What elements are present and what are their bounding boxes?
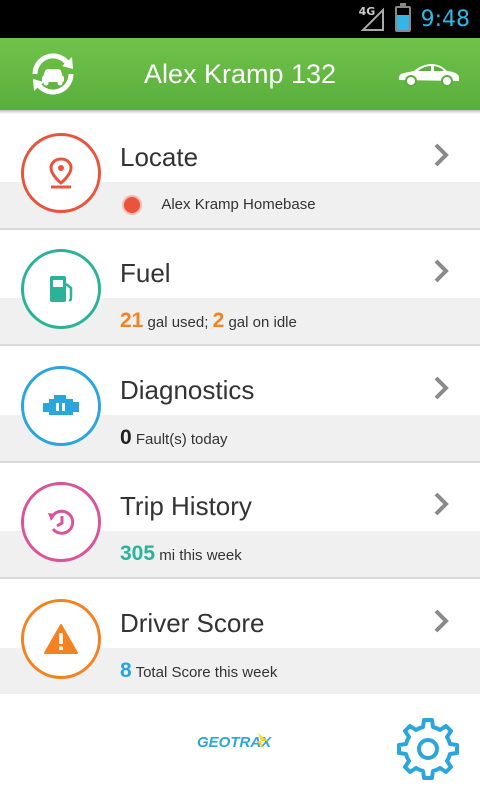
signal-icon: 4G bbox=[358, 5, 385, 32]
card-title: Locate bbox=[120, 142, 199, 172]
clock: 9:48 bbox=[420, 6, 470, 32]
chevron-right-icon bbox=[434, 376, 449, 400]
miles-label: mi this week bbox=[159, 547, 242, 564]
card-locate[interactable]: Locate Alex Kramp Homebase bbox=[0, 116, 480, 230]
gal-idle-label: gal on idle bbox=[228, 314, 297, 331]
location-pin-icon bbox=[49, 157, 73, 189]
fuel-pump-icon bbox=[50, 276, 73, 302]
car-icon bbox=[396, 60, 462, 88]
card-title: Driver Score bbox=[120, 608, 265, 638]
warning-icon bbox=[44, 624, 78, 654]
chevron-right-icon bbox=[434, 492, 449, 516]
faults-value: 0 bbox=[120, 426, 132, 449]
card-detail: 0 Fault(s) today bbox=[120, 415, 228, 461]
chevron-right-icon bbox=[434, 259, 449, 283]
card-title: Fuel bbox=[120, 258, 171, 288]
location-status-dot bbox=[124, 197, 140, 214]
card-title: Diagnostics bbox=[120, 375, 255, 405]
driver-score-icon-ring bbox=[21, 599, 101, 679]
location-name: Alex Kramp Homebase bbox=[161, 196, 316, 213]
card-diagnostics[interactable]: Diagnostics 0 Fault(s) today bbox=[0, 349, 480, 463]
chevron-right-icon bbox=[434, 143, 449, 167]
app-header: Alex Kramp 132 bbox=[0, 38, 480, 114]
locate-icon-ring bbox=[21, 133, 101, 213]
faults-label: Fault(s) today bbox=[135, 431, 228, 448]
engine-icon bbox=[43, 395, 79, 415]
diagnostics-icon-ring bbox=[21, 366, 101, 446]
gal-idle-value: 2 bbox=[212, 309, 225, 332]
card-detail: Alex Kramp Homebase bbox=[120, 182, 316, 228]
score-label: Total Score this week bbox=[135, 664, 278, 681]
status-bar: 4G 9:48 bbox=[0, 0, 480, 38]
card-driver-score[interactable]: Driver Score 8 Total Score this week bbox=[0, 582, 480, 694]
trip-history-icon-ring bbox=[21, 482, 101, 562]
footer: GEOTRAX bbox=[0, 696, 480, 800]
geotrax-logo: GEOTRAX bbox=[197, 733, 272, 751]
fuel-icon-ring bbox=[21, 249, 101, 329]
card-trip-history[interactable]: Trip History 305 mi this week bbox=[0, 465, 480, 579]
gal-used-value: 21 bbox=[120, 309, 144, 332]
card-detail: 305 mi this week bbox=[120, 531, 242, 577]
history-icon bbox=[48, 509, 75, 535]
card-title: Trip History bbox=[120, 491, 252, 521]
battery-icon bbox=[394, 3, 411, 32]
card-detail: 8 Total Score this week bbox=[120, 648, 277, 694]
chevron-right-icon bbox=[434, 609, 449, 633]
card-detail: 21 gal used; 2 gal on idle bbox=[120, 298, 297, 344]
score-value: 8 bbox=[120, 659, 132, 682]
card-fuel[interactable]: Fuel 21 gal used; 2 gal on idle bbox=[0, 232, 480, 346]
gal-used-label: gal used; bbox=[147, 314, 209, 331]
network-type: 4G bbox=[358, 5, 376, 18]
settings-gear-icon[interactable] bbox=[396, 716, 460, 780]
miles-value: 305 bbox=[120, 542, 156, 565]
